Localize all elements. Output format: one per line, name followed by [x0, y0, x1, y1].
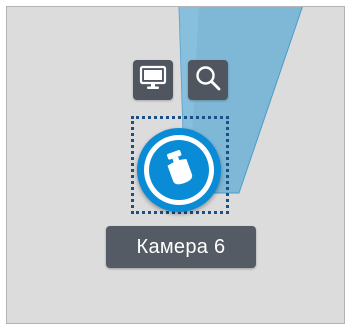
camera-marker[interactable] — [137, 128, 221, 212]
camera-marker-core — [149, 140, 209, 200]
map-canvas[interactable]: Камера 6 — [6, 6, 345, 324]
camera-dome-icon — [162, 148, 196, 193]
camera-marker-ring — [144, 135, 214, 205]
camera-name-text: Камера 6 — [136, 235, 226, 258]
monitor-icon — [139, 65, 167, 96]
camera-name-label[interactable]: Камера 6 — [106, 226, 256, 268]
search-button[interactable] — [188, 60, 228, 100]
monitor-button[interactable] — [133, 60, 173, 100]
search-icon — [194, 64, 222, 97]
